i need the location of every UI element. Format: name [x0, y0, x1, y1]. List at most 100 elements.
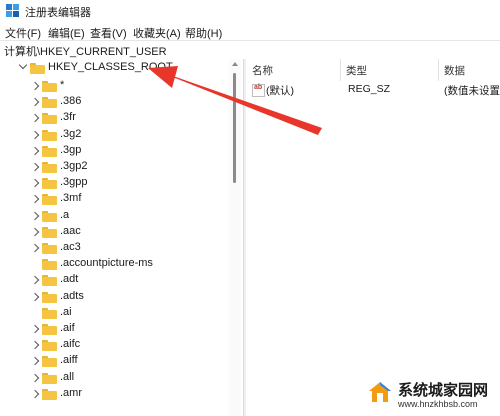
tree-item-label: .3gp2 — [60, 160, 88, 172]
chevron-right-icon[interactable] — [30, 292, 40, 301]
folder-icon — [42, 113, 57, 125]
values-list[interactable]: 名称 类型 数据 ab (默认) REG_SZ (数值未设置) — [246, 59, 500, 416]
chevron-right-icon[interactable] — [30, 146, 40, 156]
tree-item[interactable]: .aiff — [30, 354, 227, 370]
tree-item[interactable]: .3gpp — [30, 176, 227, 192]
folder-icon — [42, 194, 57, 206]
column-header-data[interactable]: 数据 — [444, 63, 465, 78]
tree-item[interactable]: .aac — [30, 224, 227, 241]
folder-icon — [30, 63, 45, 74]
tree-root-label: HKEY_CLASSES_ROOT — [48, 61, 173, 73]
tree-item[interactable]: .ac3 — [30, 241, 227, 257]
chevron-right-icon[interactable] — [30, 162, 40, 172]
chevron-right-icon[interactable] — [30, 114, 40, 123]
tree-item-label: .aiff — [60, 354, 78, 367]
tree-item-label: .aif — [60, 322, 75, 334]
tree-item[interactable]: .3mf — [30, 192, 227, 208]
chevron-right-icon[interactable] — [30, 97, 40, 107]
tree-item-label: .ai — [60, 305, 72, 318]
tree-item[interactable]: .adt — [30, 273, 227, 289]
tree-root-item[interactable]: HKEY_CLASSES_ROOT — [18, 60, 228, 77]
chevron-right-icon[interactable] — [30, 211, 40, 220]
tree-item-label: * — [60, 79, 65, 91]
chevron-right-icon[interactable] — [30, 324, 40, 334]
folder-icon — [42, 243, 57, 254]
tree-item-label: .3mf — [60, 192, 82, 205]
column-header-type[interactable]: 类型 — [346, 63, 367, 78]
scroll-up-icon[interactable] — [232, 62, 238, 66]
folder-icon — [42, 340, 57, 352]
address-path[interactable]: 计算机\HKEY_CURRENT_USER — [4, 43, 167, 59]
tree-item-label: .adts — [60, 289, 84, 302]
menu-edit[interactable]: 编辑(E) — [48, 25, 85, 41]
tree-item-label: .amr — [60, 386, 82, 399]
tree-item[interactable]: .3fr — [30, 111, 227, 127]
tree-item[interactable]: * — [30, 79, 227, 95]
tree-item[interactable]: .accountpicture-ms — [32, 257, 227, 273]
tree-item[interactable]: .3gp — [30, 144, 227, 160]
menu-help[interactable]: 帮助(H) — [185, 25, 222, 41]
chevron-right-icon[interactable] — [30, 357, 40, 366]
watermark-title: 系统城家园网 — [398, 382, 489, 399]
chevron-right-icon[interactable] — [30, 340, 40, 350]
tree-item-label: .ac3 — [60, 241, 81, 253]
folder-icon — [42, 291, 57, 303]
menu-favorites[interactable]: 收藏夹(A) — [133, 25, 181, 41]
tree-item-label: .all — [60, 370, 75, 383]
tree-item[interactable]: .3g2 — [30, 127, 227, 144]
tree-item[interactable]: .aifc — [30, 338, 227, 354]
tree-item[interactable]: .all — [30, 370, 227, 387]
tree-item-label: .aac — [60, 224, 81, 237]
column-divider[interactable] — [340, 59, 341, 81]
chevron-right-icon[interactable] — [30, 389, 40, 399]
tree-item[interactable]: .adts — [30, 289, 227, 306]
column-header-name[interactable]: 名称 — [252, 63, 273, 78]
tree-item-label: .3gpp — [60, 176, 88, 189]
folder-icon — [42, 259, 57, 271]
tree-item[interactable]: .amr — [30, 386, 227, 403]
tree-item-label: .a — [60, 208, 70, 221]
value-type: REG_SZ — [348, 83, 391, 95]
chevron-right-icon[interactable] — [30, 243, 40, 253]
menu-file[interactable]: 文件(F) — [5, 25, 41, 41]
chevron-right-icon[interactable] — [30, 373, 40, 382]
folder-icon — [42, 226, 57, 238]
tree-item-label: .386 — [60, 95, 82, 108]
title-bar: 注册表编辑器 — [0, 0, 500, 22]
folder-icon — [42, 97, 57, 109]
folder-icon — [42, 81, 57, 92]
column-divider[interactable] — [438, 59, 439, 81]
chevron-right-icon[interactable] — [30, 195, 40, 204]
folder-icon — [42, 372, 57, 384]
house-logo-icon — [369, 382, 391, 402]
chevron-down-icon[interactable] — [18, 60, 28, 70]
chevron-right-icon[interactable] — [30, 178, 40, 188]
registry-icon — [6, 4, 19, 17]
tree-item[interactable]: .386 — [30, 95, 227, 111]
tree-scrollbar[interactable] — [229, 59, 241, 416]
tree-item[interactable]: .3gp2 — [30, 160, 227, 176]
tree-item[interactable]: .a — [30, 208, 227, 225]
value-data: (数值未设置) — [444, 85, 500, 97]
tree-item[interactable]: .ai — [32, 306, 227, 322]
scrollbar-thumb[interactable] — [233, 73, 236, 183]
tree-item-label: .3g2 — [60, 127, 82, 140]
tree-item[interactable]: .aif — [30, 322, 227, 338]
chevron-right-icon[interactable] — [30, 276, 40, 285]
folder-icon — [42, 307, 57, 319]
folder-icon — [42, 129, 57, 141]
chevron-right-icon[interactable] — [30, 130, 40, 139]
value-name: (默认) — [266, 85, 294, 97]
tree-item-label: .adt — [60, 273, 79, 286]
folder-icon — [42, 275, 57, 287]
address-bar[interactable]: 计算机\HKEY_CURRENT_USER — [0, 40, 500, 60]
key-tree[interactable]: HKEY_CLASSES_ROOT * .386 .3fr .3g2 .3gp .3gp2… — [0, 59, 243, 416]
menu-view[interactable]: 查看(V) — [90, 25, 127, 41]
folder-icon — [42, 162, 57, 173]
tree-item-label: .3fr — [60, 111, 76, 124]
chevron-right-icon[interactable] — [30, 227, 40, 237]
tree-item-label: .accountpicture-ms — [60, 257, 153, 270]
folder-icon — [42, 356, 57, 368]
string-value-icon: ab — [252, 84, 265, 97]
chevron-right-icon[interactable] — [30, 81, 40, 91]
